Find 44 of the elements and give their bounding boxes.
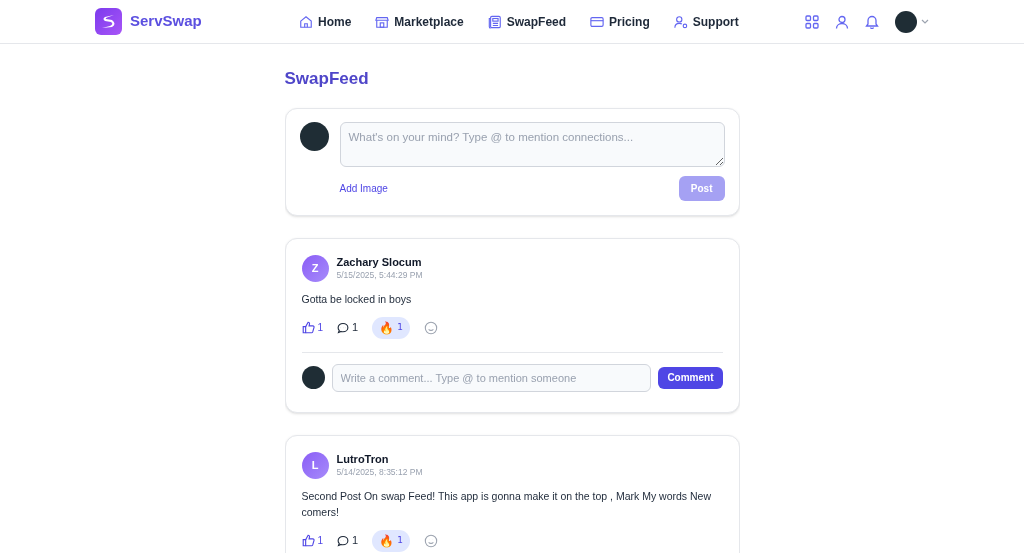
card-icon — [590, 14, 605, 29]
caret-icon[interactable] — [921, 19, 929, 24]
nav-link[interactable]: Home — [299, 12, 352, 31]
page-title: SwapFeed — [284, 68, 370, 90]
like-button[interactable]: 1 — [301, 320, 324, 335]
comment-button[interactable]: Comment — [658, 366, 723, 389]
smiley-icon[interactable] — [423, 533, 438, 548]
like-button[interactable]: 1 — [301, 533, 324, 548]
post-text: Second Post On swap Feed! This app is gonna make it on the top , Mark My words New comers! — [301, 488, 712, 520]
avatar — [301, 366, 325, 389]
logo-icon[interactable] — [95, 8, 122, 35]
nav-link[interactable]: SwapFeed — [487, 12, 567, 31]
reaction-chip[interactable]: 🔥 1 — [372, 529, 410, 552]
post-input-field[interactable]: What's on your mind? Type @ to mention connections... — [339, 121, 725, 167]
reaction-chip[interactable]: 🔥 1 — [372, 316, 410, 339]
comment-input-field[interactable]: Write a comment... Type @ to mention someone — [331, 363, 652, 392]
author-name[interactable]: LutroTron — [336, 452, 423, 466]
nav-link[interactable]: Pricing — [590, 12, 650, 31]
nav-link[interactable]: Support — [673, 12, 739, 31]
post-time: 5/14/2025, 8:35:12 PM — [336, 466, 423, 478]
avatar: L — [301, 451, 329, 479]
user-gear-icon — [673, 14, 688, 29]
add-image-link[interactable]: Add Image — [339, 180, 388, 196]
thumbs-up-icon — [301, 321, 315, 334]
post-text: Gotta be locked in boys — [301, 291, 413, 307]
smiley-icon[interactable] — [423, 320, 438, 335]
comment-count-button[interactable]: 1 — [337, 532, 359, 549]
post-time: 5/15/2025, 5:44:29 PM — [336, 269, 423, 281]
avatar[interactable] — [895, 10, 917, 33]
store-icon — [375, 14, 390, 29]
speech-bubble-icon — [337, 321, 350, 334]
avatar: Z — [301, 254, 329, 282]
brand-name[interactable]: ServSwap — [130, 10, 202, 33]
newspaper-icon — [487, 14, 502, 29]
avatar — [299, 121, 329, 151]
bell-icon[interactable] — [865, 14, 879, 29]
grid-icon[interactable] — [805, 14, 819, 29]
user-icon[interactable] — [835, 14, 849, 29]
home-icon — [299, 14, 313, 29]
thumbs-up-icon — [301, 534, 315, 547]
speech-bubble-icon — [337, 534, 350, 547]
author-name[interactable]: Zachary Slocum — [336, 255, 423, 269]
nav-link[interactable]: Marketplace — [375, 12, 464, 31]
comment-count-button[interactable]: 1 — [337, 319, 359, 336]
